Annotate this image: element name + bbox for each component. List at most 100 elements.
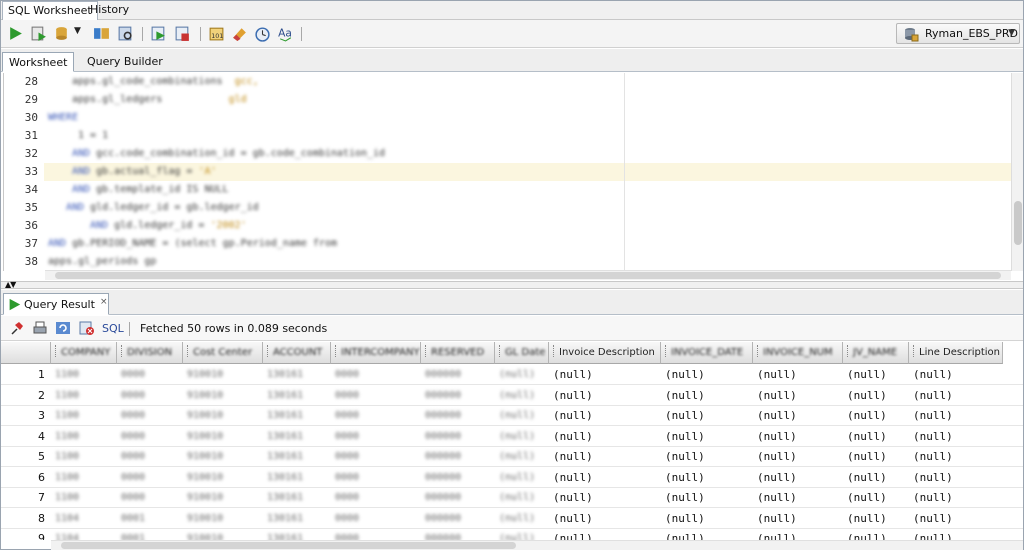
- table-cell[interactable]: 130161: [263, 529, 331, 540]
- table-cell[interactable]: 910010: [183, 447, 263, 467]
- tab-sql-worksheet[interactable]: SQL Worksheet: [2, 1, 98, 20]
- table-cell[interactable]: (null): [549, 509, 661, 529]
- table-cell[interactable]: 910010: [183, 488, 263, 508]
- format-case-icon[interactable]: Aa: [277, 25, 294, 42]
- table-cell[interactable]: (null): [909, 447, 1003, 467]
- table-cell[interactable]: 0000: [331, 447, 421, 467]
- table-row[interactable]: 4 1100 0000 910010 130161 0000 000000 (null) (nu…: [1, 427, 1023, 447]
- table-cell[interactable]: (null): [661, 427, 753, 447]
- table-cell[interactable]: (null): [909, 427, 1003, 447]
- table-cell[interactable]: 910010: [183, 468, 263, 488]
- scroll-thumb[interactable]: [55, 272, 1001, 279]
- table-cell[interactable]: (null): [843, 447, 909, 467]
- table-cell[interactable]: 1100: [51, 406, 117, 426]
- table-cell[interactable]: 1100: [51, 488, 117, 508]
- table-cell[interactable]: 000000: [421, 488, 495, 508]
- result-grid[interactable]: COMPANY DIVISION Cost Center ACCOUNT INTERCO…: [1, 342, 1023, 540]
- tab-worksheet[interactable]: Worksheet: [2, 52, 75, 72]
- table-cell[interactable]: 0000: [117, 488, 183, 508]
- table-cell[interactable]: 1100: [51, 468, 117, 488]
- table-cell[interactable]: 0000: [331, 529, 421, 540]
- column-header[interactable]: COMPANY: [51, 342, 117, 364]
- table-cell[interactable]: 910010: [183, 386, 263, 406]
- table-cell[interactable]: (null): [661, 468, 753, 488]
- table-cell[interactable]: 000000: [421, 509, 495, 529]
- column-header[interactable]: ACCOUNT: [263, 342, 331, 364]
- table-cell[interactable]: (null): [753, 427, 843, 447]
- history-icon[interactable]: [254, 25, 271, 42]
- close-icon[interactable]: ×: [100, 297, 108, 307]
- table-cell[interactable]: 130161: [263, 386, 331, 406]
- table-cell[interactable]: 130161: [263, 406, 331, 426]
- table-cell[interactable]: (null): [753, 529, 843, 540]
- column-header[interactable]: INVOICE_NUM: [753, 342, 843, 364]
- table-cell[interactable]: 130161: [263, 447, 331, 467]
- dropdown-icon[interactable]: ▼: [74, 26, 91, 43]
- table-cell[interactable]: (null): [843, 529, 909, 540]
- table-cell[interactable]: (null): [909, 468, 1003, 488]
- editor-horizontal-scrollbar[interactable]: [45, 270, 1011, 280]
- pin-icon[interactable]: [9, 320, 25, 336]
- table-cell[interactable]: (null): [909, 386, 1003, 406]
- table-cell[interactable]: (null): [549, 488, 661, 508]
- column-header[interactable]: RESERVED: [421, 342, 495, 364]
- table-row[interactable]: 9 1104 0001 910010 130161 0000 000000 (null) (nu…: [1, 529, 1023, 540]
- column-header[interactable]: Line Description: [909, 342, 1003, 364]
- table-cell[interactable]: (null): [495, 488, 549, 508]
- table-cell[interactable]: 000000: [421, 427, 495, 447]
- table-cell[interactable]: (null): [753, 509, 843, 529]
- table-cell[interactable]: (null): [549, 386, 661, 406]
- table-cell[interactable]: 0001: [117, 509, 183, 529]
- table-cell[interactable]: 1100: [51, 386, 117, 406]
- table-cell[interactable]: 130161: [263, 427, 331, 447]
- table-cell[interactable]: 910010: [183, 427, 263, 447]
- tab-query-builder[interactable]: Query Builder: [81, 52, 169, 72]
- table-cell[interactable]: (null): [495, 427, 549, 447]
- table-cell[interactable]: 0000: [331, 488, 421, 508]
- run-statement-icon[interactable]: [7, 25, 24, 42]
- table-cell[interactable]: (null): [495, 509, 549, 529]
- run-script-icon[interactable]: [30, 25, 47, 42]
- table-cell[interactable]: (null): [661, 488, 753, 508]
- scroll-thumb[interactable]: [61, 542, 516, 549]
- cancel-query-icon[interactable]: [79, 320, 95, 336]
- table-cell[interactable]: 000000: [421, 447, 495, 467]
- table-cell[interactable]: 910010: [183, 365, 263, 385]
- sql-editor[interactable]: 28 29 30 31 32 33 34 35 36 37 38 apps.gl_code_comb…: [3, 73, 1011, 271]
- table-cell[interactable]: (null): [495, 365, 549, 385]
- table-cell[interactable]: 000000: [421, 406, 495, 426]
- table-cell[interactable]: (null): [843, 509, 909, 529]
- table-cell[interactable]: (null): [495, 529, 549, 540]
- table-cell[interactable]: (null): [843, 386, 909, 406]
- table-cell[interactable]: 000000: [421, 386, 495, 406]
- table-cell[interactable]: (null): [661, 447, 753, 467]
- table-cell[interactable]: (null): [843, 488, 909, 508]
- table-cell[interactable]: 910010: [183, 509, 263, 529]
- table-cell[interactable]: (null): [549, 529, 661, 540]
- table-row[interactable]: 5 1100 0000 910010 130161 0000 000000 (null) (nu…: [1, 447, 1023, 467]
- tab-query-result[interactable]: Query Result ×: [3, 293, 109, 315]
- explain-plan-icon[interactable]: [93, 25, 110, 42]
- table-cell[interactable]: (null): [661, 365, 753, 385]
- table-cell[interactable]: 130161: [263, 468, 331, 488]
- table-cell[interactable]: 0000: [117, 365, 183, 385]
- table-cell[interactable]: 000000: [421, 529, 495, 540]
- table-cell[interactable]: 1100: [51, 447, 117, 467]
- table-cell[interactable]: 1104: [51, 509, 117, 529]
- grid-horizontal-scrollbar[interactable]: [51, 540, 1023, 550]
- unshared-sql-icon[interactable]: [174, 25, 191, 42]
- table-cell[interactable]: 130161: [263, 509, 331, 529]
- scroll-thumb[interactable]: [1014, 201, 1022, 245]
- table-cell[interactable]: (null): [753, 488, 843, 508]
- table-cell[interactable]: 910010: [183, 406, 263, 426]
- table-cell[interactable]: 0000: [117, 468, 183, 488]
- column-header[interactable]: Invoice Description: [549, 342, 661, 364]
- table-cell[interactable]: 000000: [421, 468, 495, 488]
- tab-history[interactable]: History: [85, 1, 134, 20]
- editor-vertical-scrollbar[interactable]: [1011, 73, 1023, 271]
- table-cell[interactable]: (null): [909, 488, 1003, 508]
- table-row[interactable]: 6 1100 0000 910010 130161 0000 000000 (null) (nu…: [1, 468, 1023, 488]
- table-cell[interactable]: (null): [909, 365, 1003, 385]
- column-header[interactable]: JV_NAME: [843, 342, 909, 364]
- column-header[interactable]: Cost Center: [183, 342, 263, 364]
